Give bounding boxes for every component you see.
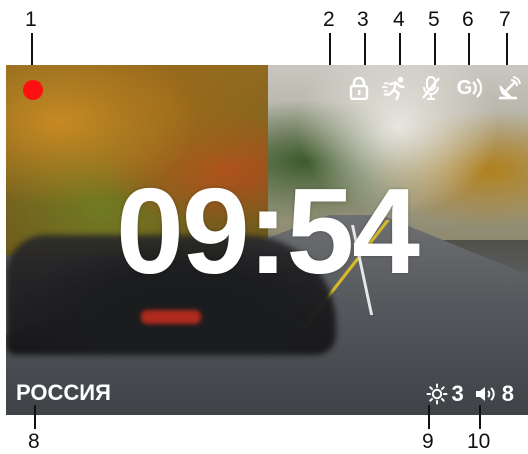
callout-7: 7 xyxy=(499,8,511,31)
gps-satellite-icon xyxy=(496,75,522,101)
brightness-icon xyxy=(426,383,447,405)
brightness-value: 3 xyxy=(451,381,464,406)
leader-8 xyxy=(34,405,36,429)
mic-off-icon xyxy=(418,75,444,101)
callout-5: 5 xyxy=(428,8,440,31)
callout-9: 9 xyxy=(422,430,434,453)
callout-3: 3 xyxy=(357,8,369,31)
record-indicator-icon xyxy=(23,80,43,100)
region-label: РОССИЯ xyxy=(16,380,111,405)
volume-group: 8 xyxy=(474,381,514,407)
callout-10: 10 xyxy=(467,430,491,453)
volume-icon xyxy=(475,387,495,401)
brightness-group: 3 xyxy=(426,381,464,407)
callout-4: 4 xyxy=(393,8,405,31)
leader-9 xyxy=(428,405,430,429)
callout-2: 2 xyxy=(323,8,335,31)
bottom-status: 3 8 xyxy=(426,381,514,407)
clock-time: 09:54 xyxy=(115,163,420,299)
leader-10 xyxy=(479,405,481,429)
gsensor-icon: G xyxy=(454,75,486,101)
callout-6: 6 xyxy=(462,8,474,31)
volume-value: 8 xyxy=(501,381,514,406)
motion-detection-icon xyxy=(382,75,408,101)
gsensor-label: G xyxy=(456,76,473,99)
status-icon-bar: G xyxy=(346,73,522,103)
callout-1: 1 xyxy=(25,8,37,31)
lock-icon xyxy=(346,75,372,101)
car-taillight xyxy=(141,310,201,324)
dashcam-screen: G 09:54 РОССИЯ 3 8 xyxy=(6,65,528,415)
callout-8: 8 xyxy=(28,430,40,453)
